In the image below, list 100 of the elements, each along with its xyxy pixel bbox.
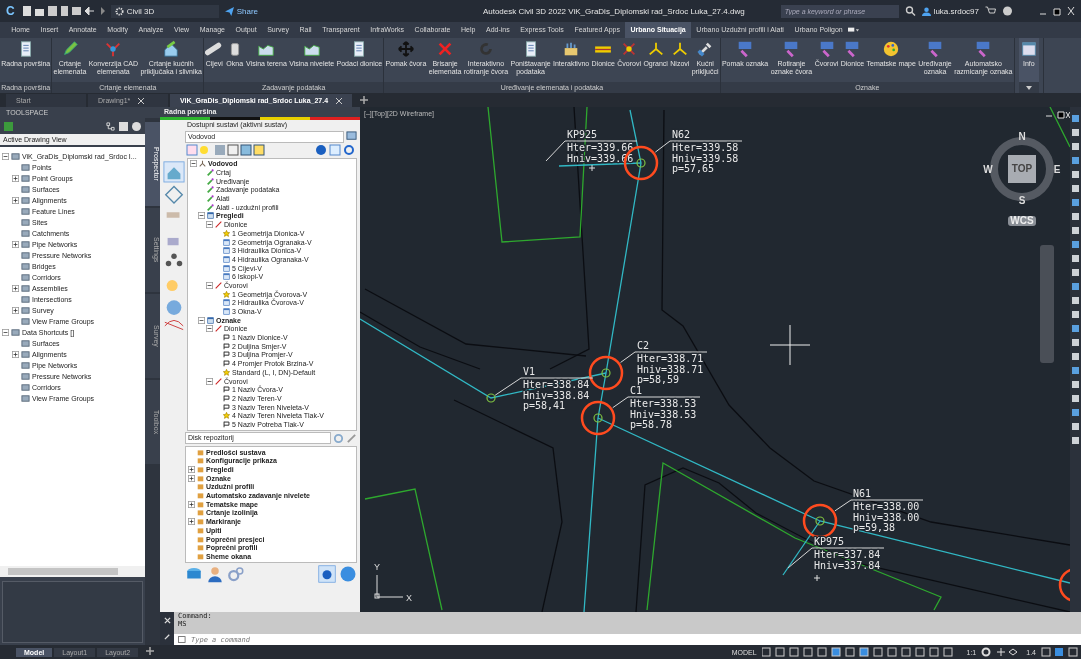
- collapse-icon[interactable]: [2, 153, 9, 160]
- axis-label: X: [406, 593, 412, 603]
- elevation-label: Hter=338.53 Hniv=338.53 p=58.78: [630, 398, 697, 430]
- node-name: KP975: [814, 536, 845, 547]
- quick-access-toolbar-drawing[interactable]: [20, 5, 105, 17]
- user-icon: [921, 6, 931, 16]
- search-icon[interactable]: [904, 6, 916, 16]
- expand-icon[interactable]: [188, 518, 195, 526]
- expand-icon[interactable]: [12, 307, 19, 314]
- toolbar-drawing[interactable]: [185, 144, 355, 156]
- square-icon[interactable]: [4, 121, 13, 131]
- leader-line: [654, 140, 671, 153]
- close-icon[interactable]: [138, 97, 145, 104]
- monitor-icon[interactable]: [346, 131, 357, 142]
- network-icon: [199, 160, 206, 168]
- pencil-icon: [215, 325, 222, 333]
- node-marker[interactable]: [601, 368, 611, 378]
- paper-plane-icon: [224, 6, 234, 16]
- expand-icon[interactable]: [188, 474, 195, 482]
- node-marker[interactable]: [486, 393, 496, 403]
- panel-toggle-icon[interactable]: [848, 25, 860, 35]
- viewport-controls-icon[interactable]: [1045, 111, 1070, 119]
- palette-icon: [882, 40, 901, 58]
- elevation-label: Hter=338.71 Hniv=338.71 p=58,59: [637, 353, 704, 385]
- branch-icon: [670, 40, 689, 58]
- node-marker[interactable]: [593, 413, 603, 423]
- collapse-icon[interactable]: [206, 325, 213, 333]
- folder-window-icon: [207, 316, 214, 324]
- arrows-icon: [104, 40, 123, 58]
- expand-icon[interactable]: [188, 500, 195, 508]
- cart-icon[interactable]: [985, 6, 996, 16]
- gear-icon: [114, 6, 124, 16]
- collapse-icon[interactable]: [2, 329, 9, 336]
- leader-line: [612, 396, 629, 409]
- pipe-icon: [205, 40, 224, 58]
- label-tag-icon: [926, 40, 944, 58]
- leader-line: [494, 377, 522, 396]
- branch-icon: [646, 40, 665, 58]
- add-tab-icon[interactable]: [360, 96, 369, 104]
- share-button[interactable]: Share: [224, 6, 259, 16]
- house-icon: [162, 40, 181, 58]
- caret-icon[interactable]: [1025, 86, 1032, 90]
- point-marker[interactable]: [813, 574, 821, 582]
- leader-line: [545, 140, 566, 162]
- help-icon[interactable]: [1002, 6, 1013, 16]
- elevation-label: Hter=338.00 Hniv=338.00 p=59,38: [853, 501, 920, 533]
- window-icon: [1019, 40, 1038, 58]
- expand-icon[interactable]: [188, 466, 195, 474]
- node-name: N62: [672, 129, 691, 140]
- expand-icon[interactable]: [12, 241, 19, 248]
- add-layout-icon[interactable]: [146, 646, 155, 655]
- person-icon[interactable]: [206, 565, 224, 584]
- compass-letter[interactable]: W: [983, 164, 993, 175]
- node-name: C1: [630, 385, 643, 396]
- pencil-icon: [215, 377, 222, 385]
- node-marker[interactable]: [636, 158, 646, 168]
- node-marker[interactable]: [815, 516, 825, 526]
- status-tools-drawing[interactable]: [1041, 647, 1081, 657]
- axis-label: Y: [374, 562, 380, 572]
- point-marker[interactable]: [588, 164, 596, 172]
- collapse-icon[interactable]: [206, 281, 213, 289]
- elevation-label: Hter=339.58 Hniv=339.58 p=57,65: [672, 142, 739, 174]
- pencil-icon: [215, 221, 222, 229]
- prompt-icon: [178, 636, 188, 643]
- collapse-icon[interactable]: [206, 221, 213, 229]
- info-window-icon[interactable]: [318, 565, 336, 584]
- collapse-icon[interactable]: [198, 316, 205, 324]
- tree-view-icon[interactable]: [106, 121, 115, 131]
- expand-icon[interactable]: [12, 197, 19, 204]
- compass-letter[interactable]: N: [1018, 131, 1026, 142]
- window-controls-drawing[interactable]: [1039, 6, 1075, 16]
- expand-icon[interactable]: [12, 285, 19, 292]
- horizontal-scrollbar[interactable]: [0, 566, 145, 577]
- node-name: C2: [637, 340, 650, 351]
- compass-letter[interactable]: S: [1018, 195, 1026, 206]
- help-icon[interactable]: [132, 121, 141, 131]
- node-name: V1: [523, 366, 536, 377]
- compass-letter[interactable]: E: [1053, 164, 1061, 175]
- leader-line: [834, 499, 852, 512]
- folder-window-icon: [207, 212, 214, 220]
- workspace-dropdown[interactable]: Civil 3D: [110, 4, 219, 18]
- expand-icon[interactable]: [12, 351, 19, 358]
- user-account-button[interactable]: luka.srdoc97: [921, 6, 979, 16]
- viewcube-top-face[interactable]: TOP: [1008, 155, 1036, 183]
- collapse-icon[interactable]: [206, 377, 213, 385]
- move-icon: [396, 40, 415, 58]
- crosshair-cursor: [769, 324, 811, 366]
- leader-line: [620, 351, 636, 363]
- ucs-axes-icon: [374, 574, 404, 599]
- window-title: Autodesk Civil 3D 2022 ViK_GraDis_Diplomski rad_Srdoc Luka_27.4.dwg: [481, 6, 746, 16]
- app-logo: C: [6, 4, 15, 18]
- close-icon[interactable]: [163, 616, 171, 624]
- collapse-icon[interactable]: [198, 212, 205, 220]
- expand-icon[interactable]: [12, 175, 19, 182]
- collapse-icon[interactable]: [190, 160, 197, 168]
- tool-palette-drawing[interactable]: [1070, 107, 1081, 612]
- line-icon: [594, 46, 613, 53]
- grid-icon[interactable]: [119, 121, 128, 131]
- close-icon[interactable]: [336, 97, 343, 104]
- node-name: N61: [853, 488, 872, 499]
